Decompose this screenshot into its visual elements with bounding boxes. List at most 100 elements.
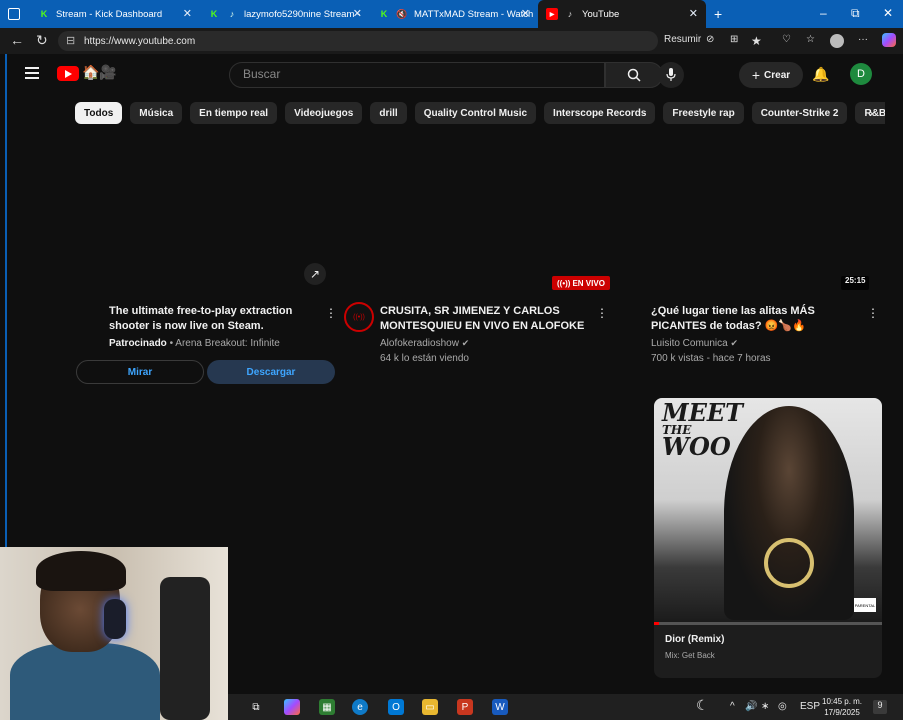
summarize-button[interactable]: Resumir xyxy=(664,34,701,45)
microphone-icon xyxy=(666,68,676,81)
ad-title[interactable]: The ultimate free-to-play extraction sho… xyxy=(109,304,309,334)
video-more-icon[interactable]: ⋮ xyxy=(867,306,879,320)
task-view-icon[interactable]: ⧉ xyxy=(248,699,264,715)
video-channel-row: Luisito Comunica ✔ xyxy=(651,336,861,351)
ad-more-icon[interactable]: ⋮ xyxy=(325,306,337,320)
create-button[interactable]: + Crear xyxy=(739,62,803,88)
windows-taskbar: ⧉ ▦ e O ▭ P W ☾ ^ 🔊 ∗ ◎ ESP 9 xyxy=(228,694,903,720)
copilot-icon[interactable] xyxy=(882,33,896,47)
reload-icon[interactable]: ↻ xyxy=(36,32,48,49)
word-icon[interactable]: W xyxy=(492,699,508,715)
more-menu-icon[interactable]: ··· xyxy=(858,34,868,45)
video-card[interactable]: ¿Qué lugar tiene las alitas MÁS PICANTES… xyxy=(651,304,861,366)
external-link-icon[interactable]: ↗ xyxy=(304,263,326,285)
search-icon xyxy=(627,68,641,82)
meet-icon[interactable]: ◎ xyxy=(778,701,787,712)
edge-icon[interactable]: e xyxy=(352,699,368,715)
filter-chips: Todos Música En tiempo real Videojuegos … xyxy=(75,102,885,126)
tab-label: lazymofo5290nine Stream - xyxy=(244,8,361,20)
close-tab-icon[interactable]: ✕ xyxy=(353,7,362,20)
channel-name[interactable]: Alofokeradioshow xyxy=(380,338,459,349)
live-video-more-icon[interactable]: ⋮ xyxy=(596,306,608,320)
profile-icon[interactable] xyxy=(830,34,844,48)
create-label: Crear xyxy=(764,69,791,81)
logo-doodle-icon[interactable]: 🏠🎥 xyxy=(82,64,117,81)
app-icon[interactable]: ▦ xyxy=(319,699,335,715)
favorite-star-icon[interactable]: ★ xyxy=(751,34,762,48)
site-info-icon[interactable]: ⊟ xyxy=(66,34,75,47)
chip-videojuegos[interactable]: Videojuegos xyxy=(285,102,363,124)
kick-icon: K xyxy=(378,8,390,20)
notifications-bell-icon[interactable]: 🔔 xyxy=(812,66,829,83)
download-button[interactable]: Descargar xyxy=(207,360,335,384)
video-title[interactable]: ¿Qué lugar tiene las alitas MÁS PICANTES… xyxy=(651,304,861,334)
account-avatar[interactable]: D xyxy=(850,63,872,85)
tab-label: Stream - Kick Dashboard xyxy=(56,8,163,20)
close-tab-icon[interactable]: ✕ xyxy=(521,7,530,20)
live-video-title[interactable]: CRUSITA, SR JIMENEZ Y CARLOS MONTESQUIEU… xyxy=(380,304,590,334)
close-tab-icon[interactable]: ✕ xyxy=(689,7,698,20)
live-video-card[interactable]: CRUSITA, SR JIMENEZ Y CARLOS MONTESQUIEU… xyxy=(380,304,590,366)
chip-drill[interactable]: drill xyxy=(370,102,407,124)
chip-quality-control-music[interactable]: Quality Control Music xyxy=(414,102,537,124)
youtube-icon: ▶ xyxy=(546,8,558,20)
url-field[interactable]: ⊟ https://www.youtube.com xyxy=(58,31,658,51)
weather-moon-icon[interactable]: ☾ xyxy=(696,697,709,714)
chevron-right-icon[interactable]: › xyxy=(869,106,873,120)
mix-title[interactable]: Dior (Remix) xyxy=(665,634,724,645)
back-arrow-icon[interactable]: ← xyxy=(10,32,24,48)
watch-button[interactable]: Mirar xyxy=(76,360,204,384)
outlook-icon[interactable]: O xyxy=(388,699,404,715)
pdf-icon[interactable]: P xyxy=(457,699,473,715)
tab-youtube[interactable]: ▶ ♪ YouTube ✕ xyxy=(538,0,706,28)
menu-icon[interactable] xyxy=(25,67,39,82)
mix-card[interactable]: MEET THE WOO PARENTAL Dior (Remix) Mix: … xyxy=(654,398,882,678)
album-art-chain xyxy=(764,538,814,588)
tab-actions-button[interactable] xyxy=(0,0,30,28)
channel-name[interactable]: Luisito Comunica xyxy=(651,338,728,349)
copilot-taskbar-icon[interactable] xyxy=(284,699,300,715)
youtube-logo-icon[interactable] xyxy=(57,66,79,81)
kick-icon: K xyxy=(208,8,220,20)
chip-en-tiempo-real[interactable]: En tiempo real xyxy=(190,102,278,124)
browser-essentials-icon[interactable]: ♡ xyxy=(782,34,791,45)
voice-search-button[interactable] xyxy=(658,62,684,88)
chip-interscope-records[interactable]: Interscope Records xyxy=(544,102,656,124)
chip-counter-strike-2[interactable]: Counter-Strike 2 xyxy=(751,102,848,124)
tab-mattxmad-stream[interactable]: K 🔇 MATTxMAD Stream - Watch ✕ xyxy=(370,0,538,28)
maximize-button[interactable]: ⧉ xyxy=(851,6,860,21)
mix-subtitle: Mix: Get Back xyxy=(665,651,715,660)
extension-icon[interactable]: ⊞ xyxy=(730,34,738,45)
new-tab-button[interactable]: + xyxy=(706,0,736,28)
tab-label: MATTxMAD Stream - Watch xyxy=(414,8,534,20)
reader-icon[interactable]: ⊘ xyxy=(706,34,714,45)
file-explorer-icon[interactable]: ▭ xyxy=(422,699,438,715)
minimize-button[interactable]: – xyxy=(820,6,827,20)
verified-icon: ✔ xyxy=(730,338,739,348)
search-button[interactable] xyxy=(605,62,663,88)
tab-lazymofo-stream[interactable]: K ♪ lazymofo5290nine Stream - ✕ xyxy=(200,0,370,28)
close-window-button[interactable]: ✕ xyxy=(883,6,893,20)
chip-todos[interactable]: Todos xyxy=(75,102,123,124)
speaker-icon[interactable]: 🔊 xyxy=(745,701,757,712)
language-indicator[interactable]: ESP xyxy=(800,701,820,712)
channel-avatar-live[interactable]: ((•)) xyxy=(344,302,374,332)
album-art[interactable]: MEET THE WOO PARENTAL xyxy=(654,398,882,624)
search-input[interactable] xyxy=(229,62,605,88)
ad-card[interactable]: The ultimate free-to-play extraction sho… xyxy=(109,304,309,351)
taskbar-clock[interactable]: 10:45 p. m. 17/9/2025 xyxy=(822,696,862,718)
close-tab-icon[interactable]: ✕ xyxy=(183,7,192,20)
notifications-badge[interactable]: 9 xyxy=(873,700,887,714)
video-meta: 700 k vistas - hace 7 horas xyxy=(651,353,771,364)
chip-musica[interactable]: Música xyxy=(130,102,183,124)
tab-kick-dashboard[interactable]: K Stream - Kick Dashboard ✕ xyxy=(30,0,200,28)
bluetooth-icon[interactable]: ∗ xyxy=(761,701,769,712)
chevron-up-icon[interactable]: ^ xyxy=(730,701,735,712)
headset-icon xyxy=(104,599,126,639)
advertiser-name: • Arena Breakout: Infinite xyxy=(169,338,280,349)
clock-date: 17/9/2025 xyxy=(824,708,860,717)
speaker-icon: ♪ xyxy=(229,9,235,19)
collections-icon[interactable]: ☆ xyxy=(806,34,815,45)
muted-speaker-icon: 🔇 xyxy=(396,8,408,19)
chip-freestyle-rap[interactable]: Freestyle rap xyxy=(663,102,744,124)
